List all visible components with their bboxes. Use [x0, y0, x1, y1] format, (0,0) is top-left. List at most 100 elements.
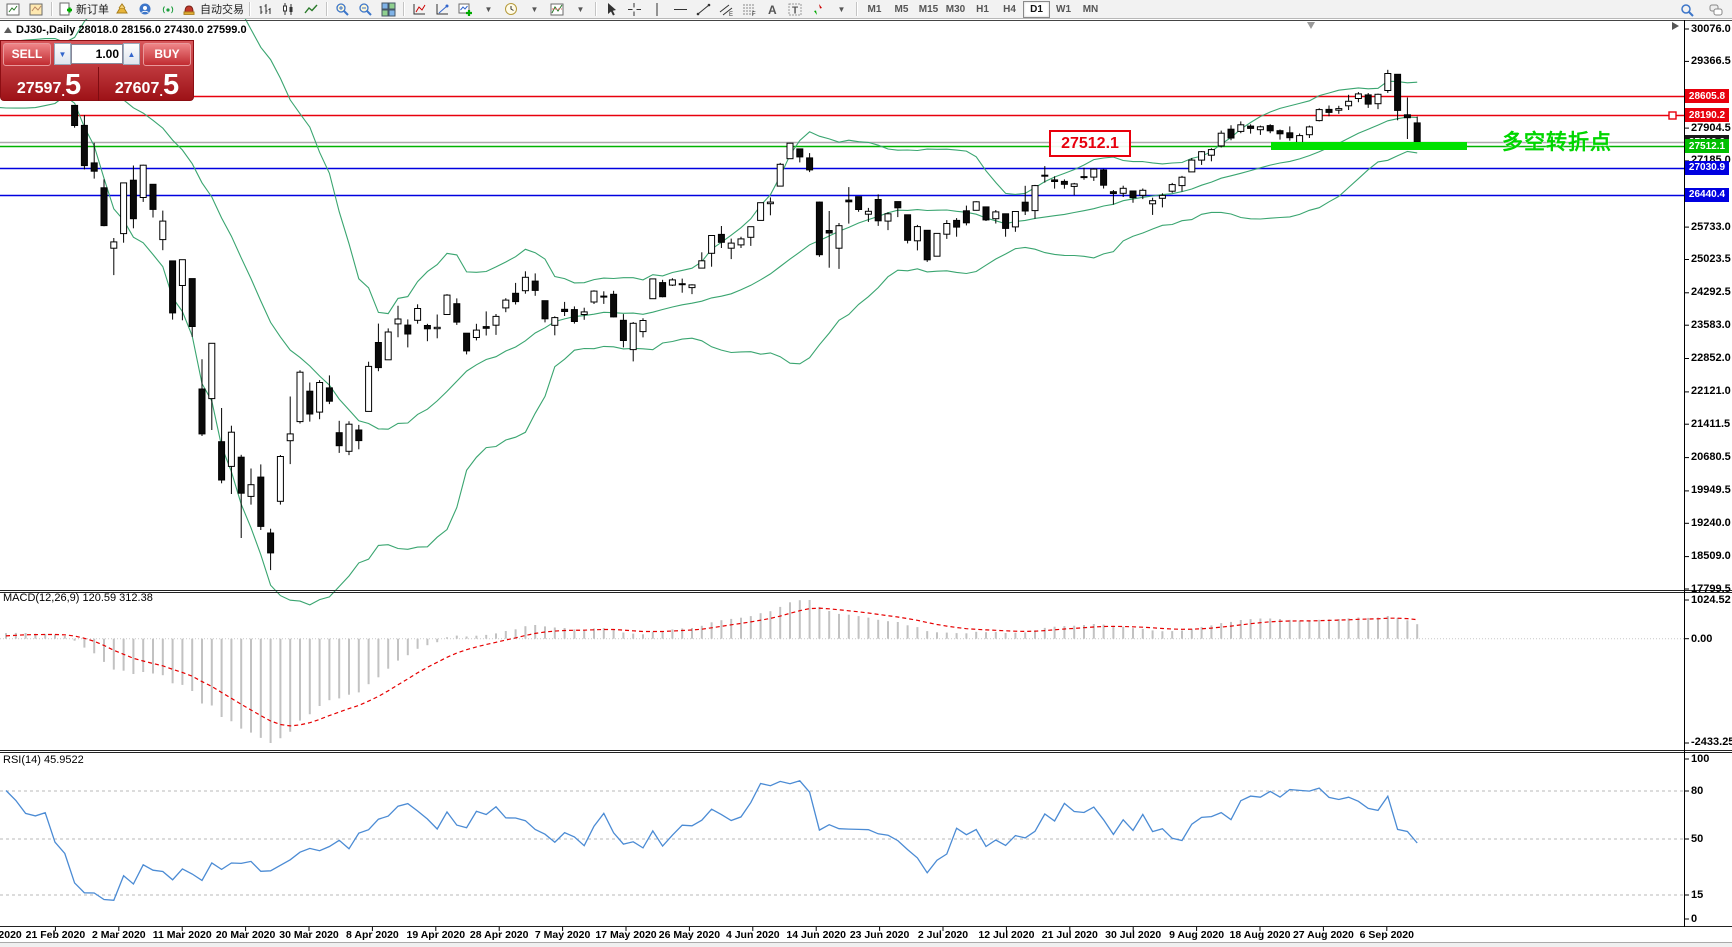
gold-icon[interactable] [111, 0, 134, 19]
buy-button[interactable]: BUY [143, 43, 191, 66]
toolbar: 新订单 自动交易 ▼ ▼ ▼ EFAT ▼ M1M5M15M30H1H4D1W1MN [0, 0, 1732, 19]
date-label: 17 May 2020 [595, 929, 656, 941]
volume-decrease-button[interactable]: ▼ [54, 43, 71, 65]
add-indicator-icon[interactable] [454, 0, 477, 19]
clock-icon[interactable] [500, 0, 523, 19]
profiles-icon[interactable] [25, 0, 48, 19]
zoom-in-icon[interactable] [331, 0, 354, 19]
new-order-button[interactable]: 新订单 [56, 0, 111, 19]
one-click-trade-panel: SELL ▼ ▲ BUY 27597.5 27607.5 [0, 40, 194, 101]
price-tick-label: 21411.5 [1691, 418, 1730, 430]
macd-scale-label: 0.00 [1691, 633, 1712, 645]
date-label: 6 Sep 2020 [1360, 929, 1414, 941]
svg-text:A: A [768, 3, 777, 17]
arrows-icon[interactable] [807, 0, 830, 19]
timeframe-d1[interactable]: D1 [1023, 1, 1050, 18]
price-tick-label: 22852.0 [1691, 352, 1731, 364]
date-label: 7 May 2020 [535, 929, 590, 941]
trendline-icon[interactable] [692, 0, 715, 19]
bar-chart-icon[interactable] [254, 0, 277, 19]
arrows-caret-icon[interactable]: ▼ [830, 0, 853, 19]
date-label: 2 Jul 2020 [918, 929, 968, 941]
macd-label: MACD(12,26,9) 120.59 312.38 [3, 592, 153, 604]
price-tick-label: 27904.5 [1691, 122, 1731, 134]
date-label: 28 Apr 2020 [470, 929, 529, 941]
signals-icon[interactable] [157, 0, 180, 19]
svg-text:E: E [729, 12, 733, 17]
toolbar-separator [326, 2, 328, 16]
price-tick-label: 20680.5 [1691, 451, 1731, 463]
macd-scale-label: 1024.52 [1691, 594, 1731, 606]
price-tick-label: 18509.0 [1691, 550, 1731, 562]
rsi-scale-label: 100 [1691, 753, 1709, 765]
profile-caret-icon[interactable]: ▼ [523, 0, 546, 19]
price-tick-label: 24292.5 [1691, 286, 1731, 298]
charts-window-icon[interactable] [2, 0, 25, 19]
chart-title: DJ30-,Daily 28018.0 28156.0 27430.0 2759… [16, 24, 247, 36]
rsi-scale-label: 50 [1691, 833, 1703, 845]
rsi-scale-label: 15 [1691, 889, 1703, 901]
volume-increase-button[interactable]: ▲ [123, 43, 140, 65]
timeframe-h1[interactable]: H1 [969, 1, 996, 18]
price-tick-label: 29366.5 [1691, 55, 1731, 67]
candlestick-chart-icon[interactable] [277, 0, 300, 19]
turning-point-label[interactable]: 多空转折点 [1502, 126, 1612, 156]
autotrading-button[interactable]: 自动交易 [180, 0, 246, 19]
date-label: 20 Mar 2020 [216, 929, 276, 941]
sell-price: 27597.5 [1, 67, 97, 100]
indicators-icon[interactable] [408, 0, 431, 19]
objects-list-icon[interactable] [431, 0, 454, 19]
price-badge: 26440.4 [1685, 188, 1729, 202]
cursor-icon[interactable] [600, 0, 623, 19]
autotrading-button-label: 自动交易 [200, 1, 244, 17]
equidistant-channel-icon[interactable]: E [715, 0, 738, 19]
timeframe-h4[interactable]: H4 [996, 1, 1023, 18]
crosshair-icon[interactable] [623, 0, 646, 19]
toolbar-separator [856, 2, 858, 16]
timeframe-mn[interactable]: MN [1077, 1, 1104, 18]
tile-windows-icon[interactable] [377, 0, 400, 19]
date-label: 23 Jun 2020 [850, 929, 910, 941]
chart-window: 新订单 自动交易 ▼ ▼ ▼ EFAT ▼ M1M5M15M30H1H4D1W1MN DJ30… [0, 0, 1732, 947]
community-icon[interactable] [134, 0, 157, 19]
price-badge: 27030.9 [1685, 161, 1729, 175]
timeframe-bar: M1M5M15M30H1H4D1W1MN [861, 1, 1104, 18]
timeframe-m5[interactable]: M5 [888, 1, 915, 18]
timeframe-m15[interactable]: M15 [915, 1, 942, 18]
date-label: 30 Jul 2020 [1105, 929, 1161, 941]
fibonacci-icon[interactable]: F [738, 0, 761, 19]
date-label: 9 Aug 2020 [1169, 929, 1224, 941]
text-label-icon[interactable]: T [784, 0, 807, 19]
toolbar-separator [403, 2, 405, 16]
price-tick-label: 23583.0 [1691, 319, 1731, 331]
templates-caret-icon[interactable]: ▼ [569, 0, 592, 19]
horizontal-line-icon[interactable] [669, 0, 692, 19]
line-chart-icon[interactable] [300, 0, 323, 19]
price-tick-label: 25733.0 [1691, 221, 1731, 233]
zoom-out-icon[interactable] [354, 0, 377, 19]
rsi-label: RSI(14) 45.9522 [3, 754, 84, 766]
chart-plot[interactable] [0, 0, 1732, 947]
date-label: 21 Feb 2020 [26, 929, 86, 941]
sell-button[interactable]: SELL [3, 43, 51, 66]
vertical-line-icon[interactable] [646, 0, 669, 19]
price-tick-label: 19949.5 [1691, 484, 1731, 496]
volume-input[interactable] [71, 44, 123, 64]
timeframe-w1[interactable]: W1 [1050, 1, 1077, 18]
templates-icon[interactable] [546, 0, 569, 19]
add-indicator-caret-icon[interactable]: ▼ [477, 0, 500, 19]
date-label: 30 Mar 2020 [279, 929, 339, 941]
date-label: 26 May 2020 [659, 929, 720, 941]
price-level-callout[interactable]: 27512.1 [1049, 130, 1131, 157]
text-icon[interactable]: A [761, 0, 784, 19]
search-icon[interactable] [1676, 1, 1699, 20]
panel-collapse-icon[interactable] [4, 27, 12, 33]
toolbar-separator [249, 2, 251, 16]
macd-scale-label: -2433.25 [1691, 736, 1732, 748]
price-badge: 28190.2 [1685, 108, 1729, 122]
price-tick-label: 30076.0 [1691, 23, 1731, 35]
price-tick-label: 19240.0 [1691, 517, 1731, 529]
timeframe-m30[interactable]: M30 [942, 1, 969, 18]
timeframe-m1[interactable]: M1 [861, 1, 888, 18]
chat-icon[interactable] [1705, 1, 1728, 20]
